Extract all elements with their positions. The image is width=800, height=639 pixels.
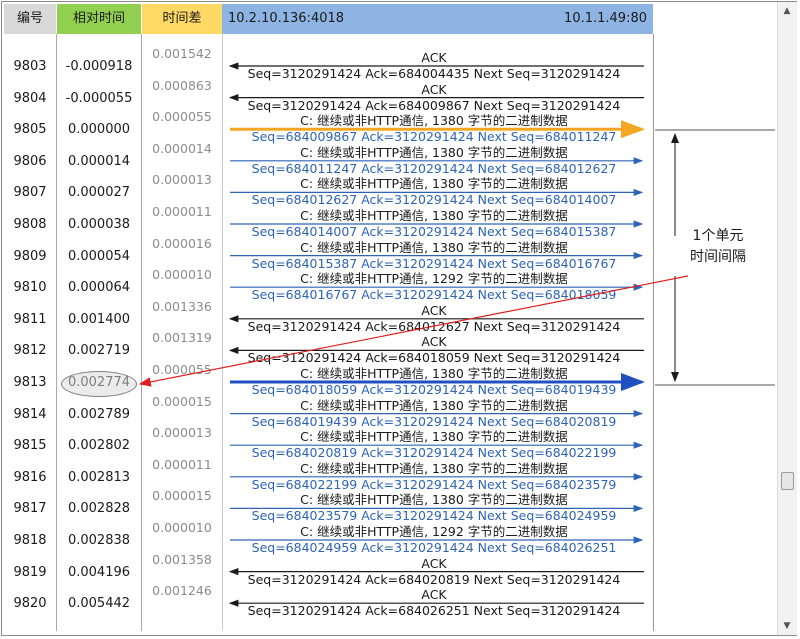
interval-annotation: 1个单元 时间间隔 <box>680 226 756 268</box>
annotation-line-2: 时间间隔 <box>690 249 746 265</box>
scroll-down-icon[interactable]: ▼ <box>781 621 793 631</box>
scrollbar-thumb[interactable] <box>781 472 794 490</box>
annotation-line-1: 1个单元 <box>692 228 744 244</box>
vertical-scrollbar[interactable]: ▲ ▼ <box>777 2 797 635</box>
scroll-up-icon[interactable]: ▲ <box>781 6 793 16</box>
annotation-overlay <box>138 129 775 387</box>
relative-time: 0.002774 <box>67 375 131 390</box>
pointer-arrow <box>138 275 689 387</box>
